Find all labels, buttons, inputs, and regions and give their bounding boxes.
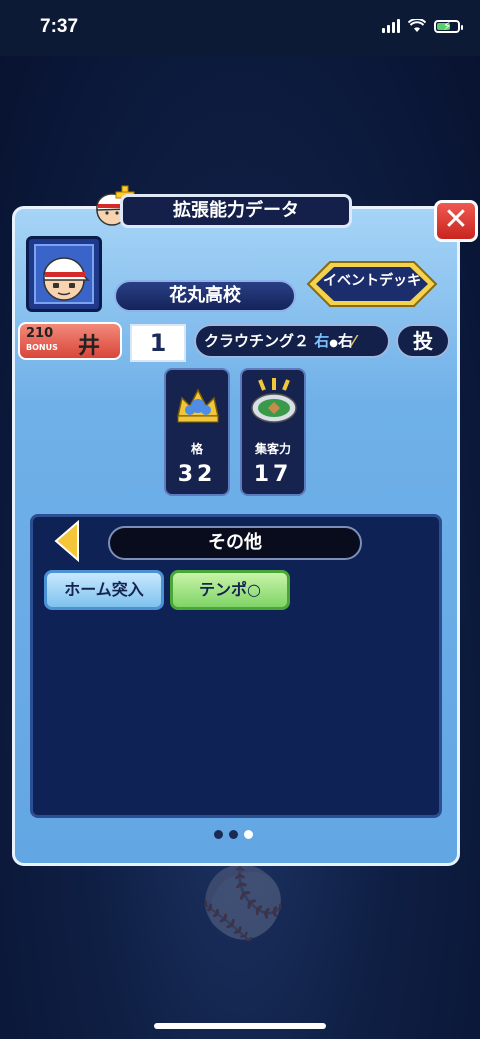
- panel-title: 拡張能力データ: [120, 194, 352, 228]
- bonus-label: BONUS: [26, 343, 58, 352]
- bonus-value: 210: [26, 326, 54, 341]
- player-face-icon: [43, 257, 90, 301]
- school-name: 花丸高校: [114, 280, 296, 312]
- page-indicator: [214, 830, 253, 839]
- stat-value: 32: [177, 462, 217, 487]
- bonus-badge: 210 BONUS 井: [18, 322, 122, 360]
- player-avatar[interactable]: [26, 236, 102, 312]
- signal-icon: [382, 19, 400, 33]
- status-bar: 7:37 ⚡: [0, 0, 480, 56]
- page-dot[interactable]: [214, 830, 223, 839]
- throw-hand: 右: [314, 332, 330, 350]
- avatar-frame: [34, 244, 94, 304]
- close-button[interactable]: ✕: [434, 200, 478, 242]
- uniform-number: 1: [130, 324, 186, 362]
- skill-badge-tempo[interactable]: テンポ○: [170, 570, 290, 610]
- batting-form: クラウチング２ 右●右⁄: [194, 324, 390, 358]
- skill-badge-home-slide[interactable]: ホーム突入: [44, 570, 164, 610]
- ball-icon: ●: [329, 338, 338, 349]
- stat-card-rank: 格 32: [164, 368, 230, 496]
- page-dot[interactable]: [229, 830, 238, 839]
- bat-hand: 右: [338, 332, 354, 350]
- batting-form-label: クラウチング２: [204, 332, 310, 350]
- category-title: その他: [108, 526, 362, 560]
- bat-icon: ⁄: [353, 332, 356, 350]
- background-decoration: ⚾: [193, 861, 287, 943]
- player-name-fragment: 井: [78, 334, 101, 359]
- status-icons: ⚡: [382, 19, 463, 33]
- battery-icon: ⚡: [434, 19, 463, 33]
- event-deck-button[interactable]: イベントデッキ: [306, 270, 438, 290]
- stat-card-attendance: 集客力 17: [240, 368, 306, 496]
- stat-value: 17: [253, 462, 293, 487]
- stadium-icon: [251, 378, 297, 423]
- page-dot-active[interactable]: [244, 830, 253, 839]
- previous-category-arrow-icon[interactable]: [52, 520, 82, 562]
- home-indicator[interactable]: [154, 1023, 326, 1029]
- trophy-icon: [177, 388, 219, 423]
- close-icon: ✕: [443, 202, 469, 237]
- wifi-icon: [408, 19, 426, 32]
- status-time: 7:37: [40, 16, 79, 37]
- stat-label: 集客力: [254, 442, 291, 456]
- stat-label: 格: [190, 442, 203, 456]
- position-badge: 投: [396, 324, 450, 358]
